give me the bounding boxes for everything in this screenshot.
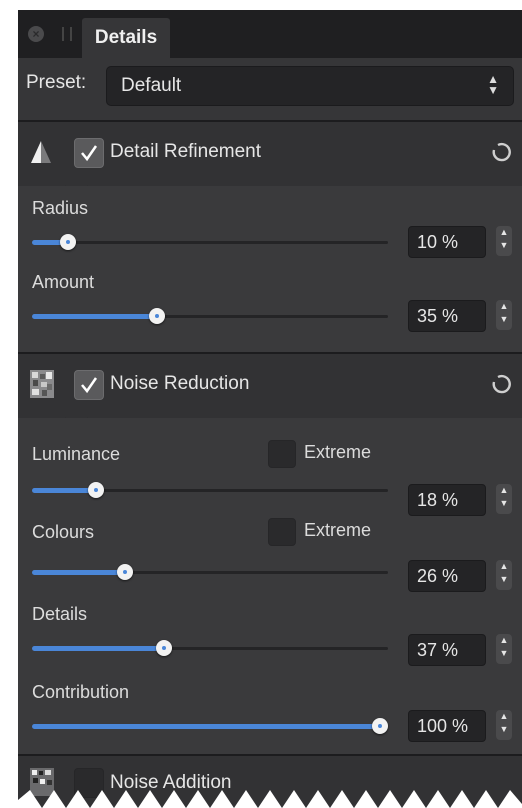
select-arrows-icon: ▲ ▼ [487, 72, 499, 97]
details-panel: × Details Preset: Default ▲ ▼ Detail Refi… [18, 10, 522, 808]
colours-slider-thumb[interactable] [117, 564, 133, 580]
noise-reduction-checkbox[interactable] [74, 370, 104, 400]
preset-select[interactable]: Default ▲ ▼ [106, 66, 514, 106]
radius-value-field[interactable]: 10 % [408, 226, 486, 258]
close-panel-icon[interactable]: × [28, 26, 44, 42]
colours-stepper[interactable]: ▲ ▼ [496, 560, 512, 590]
amount-label: Amount [32, 272, 95, 292]
colours-label: Colours [32, 522, 95, 542]
tab-bar: × Details [18, 10, 522, 58]
radius-stepper[interactable]: ▲ ▼ [496, 226, 512, 256]
luminance-stepper[interactable]: ▲ ▼ [496, 484, 512, 514]
amount-slider-thumb[interactable] [149, 308, 165, 324]
colours-value-field[interactable]: 26 % [408, 560, 486, 592]
amount-stepper[interactable]: ▲ ▼ [496, 300, 512, 330]
contribution-slider[interactable] [32, 714, 392, 738]
checkmark-icon [81, 377, 98, 394]
preset-label: Preset: [26, 72, 87, 93]
details-stepper[interactable]: ▲ ▼ [496, 634, 512, 664]
pyramid-icon [31, 141, 51, 163]
checkmark-icon [81, 145, 98, 162]
amount-value-field[interactable]: 35 % [408, 300, 486, 332]
luminance-label: Luminance [32, 444, 121, 464]
noise-reduction-body: Luminance Extreme 18 % ▲ ▼ Colours Extrem… [18, 418, 522, 754]
colours-slider[interactable] [32, 560, 392, 584]
reset-icon[interactable] [490, 142, 512, 164]
luminance-extreme-checkbox[interactable] [268, 440, 296, 468]
details-slider[interactable] [32, 636, 392, 660]
reset-icon[interactable] [490, 374, 512, 396]
detail-refinement-title: Detail Refinement [110, 141, 262, 162]
details-label: Details [32, 604, 88, 624]
contribution-stepper[interactable]: ▲ ▼ [496, 710, 512, 740]
details-value-field[interactable]: 37 % [408, 634, 486, 666]
detail-refinement-checkbox[interactable] [74, 138, 104, 168]
contribution-label: Contribution [32, 682, 130, 702]
luminance-value-field[interactable]: 18 % [408, 484, 486, 516]
contribution-value-field[interactable]: 100 % [408, 710, 486, 742]
luminance-slider[interactable] [32, 478, 392, 502]
noise-reduction-header: Noise Reduction [18, 354, 522, 431]
contribution-slider-thumb[interactable] [372, 718, 388, 734]
radius-label: Radius [32, 198, 89, 218]
details-slider-thumb[interactable] [156, 640, 172, 656]
tab-details[interactable]: Details [82, 18, 170, 58]
torn-edge [18, 790, 522, 808]
preset-value: Default [121, 75, 182, 96]
noise-reduction-title: Noise Reduction [110, 373, 250, 394]
colours-extreme-toggle[interactable]: Extreme [268, 518, 388, 546]
amount-slider[interactable] [32, 304, 392, 328]
detail-refinement-body: Radius 10 % ▲ ▼ Amount 35 % ▲ ▼ [18, 186, 522, 352]
luminance-slider-thumb[interactable] [88, 482, 104, 498]
noise-texture-icon [30, 370, 54, 398]
radius-slider[interactable] [32, 230, 392, 254]
detail-refinement-header: Detail Refinement [18, 122, 522, 199]
radius-slider-thumb[interactable] [60, 234, 76, 250]
colours-extreme-checkbox[interactable] [268, 518, 296, 546]
extreme-label: Extreme [304, 442, 372, 462]
extreme-label: Extreme [304, 520, 372, 540]
drag-grip-icon[interactable] [62, 27, 72, 41]
luminance-extreme-toggle[interactable]: Extreme [268, 440, 388, 468]
preset-row: Preset: Default ▲ ▼ [18, 58, 522, 120]
